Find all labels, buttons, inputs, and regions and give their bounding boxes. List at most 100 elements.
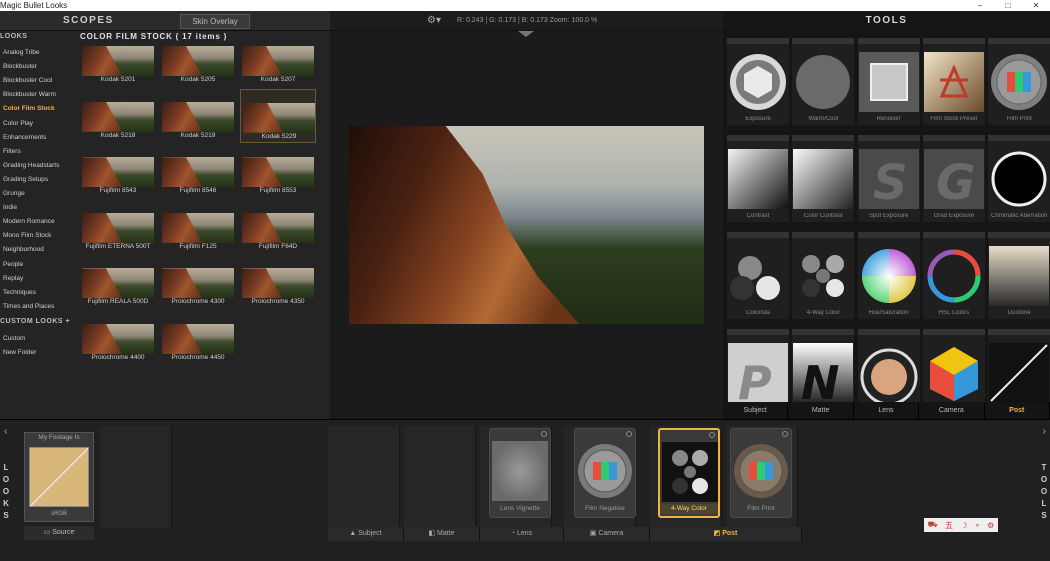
looks-category-color-play[interactable]: Color Play [3,120,33,127]
chinese-char-icon[interactable]: 五 [945,520,953,531]
tool-colorista[interactable]: Colorista [727,232,789,319]
looks-category-enhancements[interactable]: Enhancements [3,134,46,141]
looks-category-times-and-places[interactable]: Times and Places [3,303,54,310]
look-preset[interactable]: Kodak 5207 [240,33,316,87]
looks-category-people[interactable]: People [3,261,23,268]
tool-tab-post[interactable]: Post [985,402,1050,419]
looks-category-grading-setups[interactable]: Grading Setups [3,176,48,183]
looks-category-blockbuster[interactable]: Blockbuster [3,63,37,70]
look-preset[interactable]: Fujifilm REALA 500D [80,255,156,309]
dots-icon[interactable]: ∘ [975,521,980,530]
viewer-settings-gear-icon[interactable]: ⚙▾ [427,15,441,26]
looks-category-techniques[interactable]: Techniques [3,289,36,296]
source-button[interactable]: ▭ Source [24,526,94,540]
chain-tab-post[interactable]: ◩ Post [650,527,802,541]
look-preset-label: Fujifilm 8546 [179,187,217,195]
tool-renoiser[interactable]: Renoiser [857,38,920,125]
look-preset[interactable]: Prolochrome 4300 [160,255,236,309]
custom-looks-item-custom[interactable]: Custom [3,335,25,342]
looks-category-color-film-stock[interactable]: Color Film Stock [3,105,55,112]
looks-category-replay[interactable]: Replay [3,275,23,282]
tool-item-17[interactable] [857,329,920,402]
tool-film-stock-preset[interactable]: Film Stock Preset [922,38,985,125]
close-button[interactable]: ✕ [1022,0,1050,11]
tool-item-19[interactable] [988,329,1050,402]
look-preset[interactable]: Fujifilm ETERNA 500T [80,200,156,254]
tool-item-16[interactable]: N [792,329,855,402]
skin-overlay-button[interactable]: Skin Overlay [180,14,250,29]
looks-category-filters[interactable]: Filters [3,148,21,155]
color-contrast-icon [793,149,854,209]
look-preset[interactable]: Prolochrome 4350 [240,255,316,309]
looks-category-blockbuster-warm[interactable]: Blockbuster Warm [3,91,56,98]
tool-category-tabs: Subject Matte Lens Camera Post [723,402,1050,419]
looks-category-indie[interactable]: Indie [3,204,17,211]
scopes-collapse-arrow-icon[interactable] [518,31,534,37]
look-preset[interactable]: Fujifilm F64D [240,200,316,254]
look-preset[interactable]: Fujifilm F125 [160,200,236,254]
chain-tab-camera[interactable]: ▣ Camera [564,527,650,541]
tool-tab-camera[interactable]: Camera [919,402,985,419]
look-preset[interactable]: Prolochrome 4450 [160,311,236,365]
custom-looks-item-new-folder[interactable]: New Folder [3,349,36,356]
gear-icon[interactable]: ⚙ [987,521,994,530]
look-preset[interactable]: Prolochrome 4400 [80,311,156,365]
tool-film-print[interactable]: Film Print [988,38,1050,125]
remove-card-icon[interactable] [626,431,632,437]
look-preset[interactable]: Kodak 5201 [80,33,156,87]
looks-category-neighborhood[interactable]: Neighborhood [3,246,44,253]
custom-looks-heading[interactable]: CUSTOM LOOKS + [0,318,70,325]
look-thumbnail [82,157,154,188]
tool-spot-exposure[interactable]: S Spot Exposure [857,135,920,222]
chain-tab-subject[interactable]: ▲ Subject [328,527,404,541]
look-preset[interactable]: Fujifilm 8543 [80,144,156,198]
preview-image[interactable] [349,126,704,324]
look-preset[interactable]: Kodak 5229 [240,88,316,143]
looks-category-mono-film-stock[interactable]: Mono Film Stock [3,232,51,239]
tray-icon[interactable]: ⛟ [928,520,938,530]
chain-card-lens-vignette[interactable]: Lens Vignette [489,428,551,518]
next-arrow-icon[interactable]: › [1043,426,1046,437]
tool-warm-cool[interactable]: Warm/Cool [792,38,855,125]
prev-arrow-icon[interactable]: ‹ [4,426,7,437]
tool-tab-subject[interactable]: Subject [723,402,789,419]
tool-tab-matte[interactable]: Matte [788,402,854,419]
tool-color-contrast[interactable]: Color Contrast [792,135,855,222]
remove-card-icon[interactable] [709,432,715,438]
remove-card-icon[interactable] [541,431,547,437]
tool-chromatic-aberration[interactable]: Chromatic Aberration [988,135,1050,222]
moon-icon[interactable]: ☽ [960,521,967,530]
tool-exposure[interactable]: Exposure [727,38,789,125]
looks-category-blockbuster-cool[interactable]: Blockbuster Cool [3,77,52,84]
tool-4-way-color[interactable]: 4-Way Color [792,232,855,319]
tool-hue-saturation[interactable]: Hue/Saturation [857,232,920,319]
tool-grad-exposure[interactable]: G Grad Exposure [922,135,985,222]
maximize-button[interactable]: □ [994,0,1022,11]
chain-card-4-way-color[interactable]: 4-Way Color [658,428,720,518]
look-preset[interactable]: Kodak 5205 [160,33,236,87]
chain-card-film-negative[interactable]: Film Negative [574,428,636,518]
look-preset[interactable]: Fujifilm 8553 [240,144,316,198]
remove-card-icon[interactable] [782,431,788,437]
chain-card-film-print[interactable]: Film Print [730,428,792,518]
tool-hsl-colors[interactable]: HSL Colors [922,232,985,319]
chain-tab-lens[interactable]: ◔ Lens [480,527,564,541]
scopes-toggle[interactable]: SCOPES [63,15,114,26]
source-card[interactable]: My Footage Is sRGB [24,432,94,522]
minimize-button[interactable]: – [966,0,994,11]
look-preset[interactable]: Fujifilm 8546 [160,144,236,198]
looks-category-grading-headstarts[interactable]: Grading Headstarts [3,162,59,169]
film-negative-icon [577,441,633,501]
tool-item-18[interactable] [922,329,985,402]
tool-item-15[interactable]: P [727,329,789,402]
tool-contrast[interactable]: Contrast [727,135,789,222]
tool-duotone[interactable]: Duotone [988,232,1050,319]
chain-tab-matte[interactable]: ◧ Matte [404,527,480,541]
look-preset[interactable]: Kodak 5218 [80,89,156,143]
looks-category-analog-tribe[interactable]: Analog Tribe [3,49,40,56]
looks-category-grunge[interactable]: Grunge [3,190,25,197]
tool-tab-lens[interactable]: Lens [854,402,920,419]
preview-viewer[interactable] [330,31,723,419]
looks-category-modern-romance[interactable]: Modern Romance [3,218,55,225]
look-preset[interactable]: Kodak 5219 [160,89,236,143]
